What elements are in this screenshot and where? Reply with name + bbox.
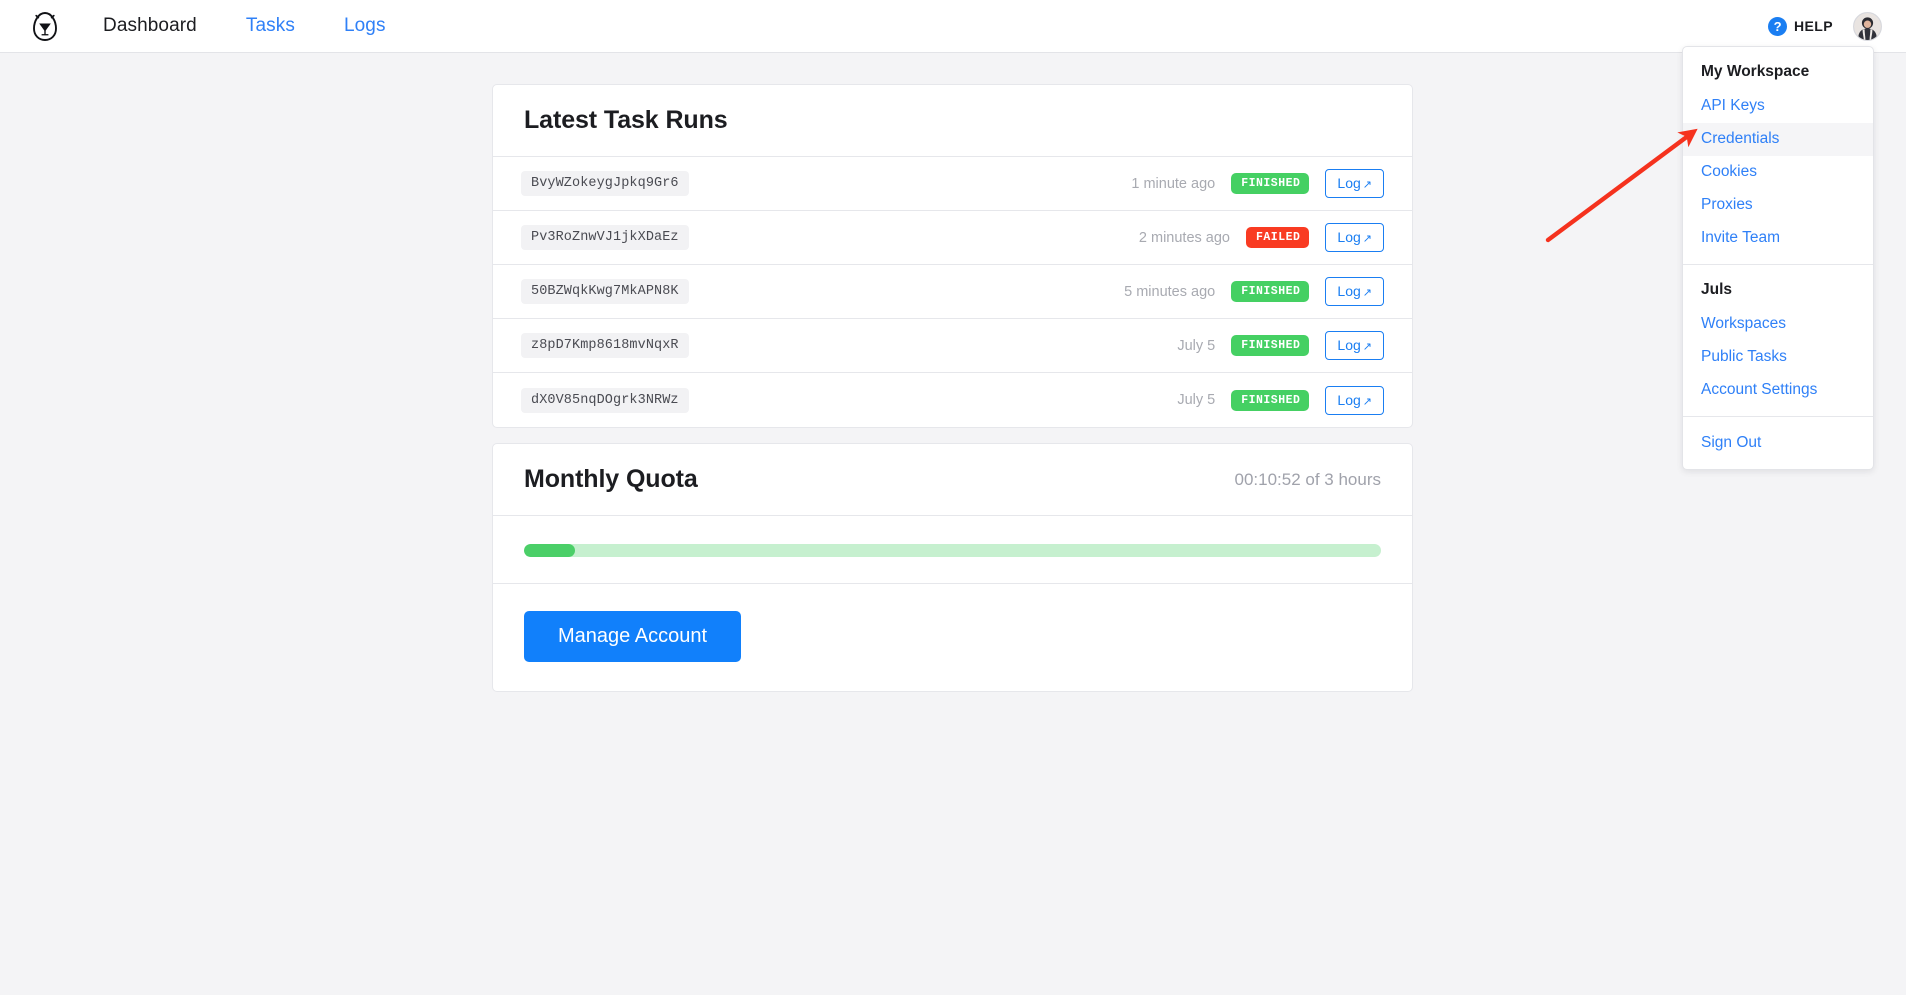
dropdown-section-my-workspace: My Workspace API Keys Credentials Cookie… (1683, 57, 1873, 264)
main-nav: Dashboard Tasks Logs (103, 15, 386, 37)
log-button[interactable]: Log↗ (1325, 277, 1384, 306)
quota-progress-fill (524, 544, 575, 557)
row-meta: 5 minutes ago FINISHED Log↗ (1124, 277, 1384, 306)
help-button[interactable]: ? HELP (1768, 17, 1833, 36)
row-meta: July 5 FINISHED Log↗ (1177, 331, 1384, 360)
header-actions: ? HELP (1768, 12, 1882, 41)
external-link-arrow-icon: ↗ (1363, 287, 1372, 299)
table-row[interactable]: Pv3RoZnwVJ1jkXDaEz 2 minutes ago FAILED … (493, 211, 1412, 265)
menu-item-sign-out[interactable]: Sign Out (1683, 427, 1873, 460)
task-run-id: BvyWZokeygJpkq9Gr6 (521, 171, 689, 196)
log-button[interactable]: Log↗ (1325, 386, 1384, 415)
task-run-time: 5 minutes ago (1124, 284, 1215, 300)
log-button-label: Log (1337, 392, 1360, 408)
quota-usage-text: 00:10:52 of 3 hours (1234, 470, 1381, 490)
menu-item-account-settings[interactable]: Account Settings (1683, 374, 1873, 407)
avatar[interactable] (1853, 12, 1882, 41)
external-link-arrow-icon: ↗ (1363, 396, 1372, 408)
nav-link-logs[interactable]: Logs (344, 15, 386, 37)
monthly-quota-card: Monthly Quota 00:10:52 of 3 hours Manage… (492, 443, 1413, 692)
table-row[interactable]: BvyWZokeygJpkq9Gr6 1 minute ago FINISHED… (493, 157, 1412, 211)
page-title: Latest Task Runs (524, 106, 728, 135)
table-row[interactable]: dX0V85nqDOgrk3NRWz July 5 FINISHED Log↗ (493, 373, 1412, 427)
top-navigation-bar: Dashboard Tasks Logs ? HELP (0, 0, 1906, 53)
task-run-time: 1 minute ago (1131, 176, 1215, 192)
dropdown-section-signout: Sign Out (1683, 416, 1873, 469)
external-link-arrow-icon: ↗ (1363, 179, 1372, 191)
dropdown-heading: Juls (1683, 275, 1873, 308)
dropdown-heading: My Workspace (1683, 57, 1873, 90)
log-button[interactable]: Log↗ (1325, 223, 1384, 252)
row-meta: July 5 FINISHED Log↗ (1177, 386, 1384, 415)
quota-progress-bar (524, 544, 1381, 557)
account-dropdown-menu: My Workspace API Keys Credentials Cookie… (1682, 46, 1874, 470)
task-run-time: 2 minutes ago (1139, 230, 1230, 246)
log-button-label: Log (1337, 337, 1360, 353)
log-button[interactable]: Log↗ (1325, 169, 1384, 198)
page-content: Latest Task Runs BvyWZokeygJpkq9Gr6 1 mi… (0, 53, 1906, 995)
monthly-quota-header: Monthly Quota 00:10:52 of 3 hours (493, 444, 1412, 516)
menu-item-credentials[interactable]: Credentials (1683, 123, 1873, 156)
nav-link-dashboard[interactable]: Dashboard (103, 15, 197, 37)
menu-item-cookies[interactable]: Cookies (1683, 156, 1873, 189)
log-button-label: Log (1337, 283, 1360, 299)
menu-item-api-keys[interactable]: API Keys (1683, 90, 1873, 123)
task-run-id: dX0V85nqDOgrk3NRWz (521, 388, 689, 413)
external-link-arrow-icon: ↗ (1363, 233, 1372, 245)
help-label: HELP (1794, 18, 1833, 34)
question-mark-circle-icon: ? (1768, 17, 1787, 36)
menu-item-proxies[interactable]: Proxies (1683, 189, 1873, 222)
external-link-arrow-icon: ↗ (1363, 341, 1372, 353)
menu-item-workspaces[interactable]: Workspaces (1683, 308, 1873, 341)
status-badge: FINISHED (1231, 390, 1309, 411)
nav-link-tasks[interactable]: Tasks (246, 15, 295, 37)
task-run-id: Pv3RoZnwVJ1jkXDaEz (521, 225, 689, 250)
log-button-label: Log (1337, 229, 1360, 245)
log-button-label: Log (1337, 175, 1360, 191)
dropdown-section-account: Juls Workspaces Public Tasks Account Set… (1683, 264, 1873, 416)
task-run-time: July 5 (1177, 338, 1215, 354)
owl-egg-logo-icon (30, 10, 60, 42)
status-badge: FINISHED (1231, 335, 1309, 356)
avatar-image (1854, 13, 1881, 40)
quota-progress-area (493, 516, 1412, 583)
table-row[interactable]: 50BZWqkKwg7MkAPN8K 5 minutes ago FINISHE… (493, 265, 1412, 319)
status-badge: FINISHED (1231, 173, 1309, 194)
log-button[interactable]: Log↗ (1325, 331, 1384, 360)
app-logo[interactable] (28, 9, 62, 43)
status-badge: FINISHED (1231, 281, 1309, 302)
manage-account-button[interactable]: Manage Account (524, 611, 741, 662)
quota-footer: Manage Account (493, 583, 1412, 691)
monthly-quota-title: Monthly Quota (524, 465, 698, 494)
latest-task-runs-header: Latest Task Runs (493, 85, 1412, 157)
row-meta: 1 minute ago FINISHED Log↗ (1131, 169, 1384, 198)
menu-item-public-tasks[interactable]: Public Tasks (1683, 341, 1873, 374)
latest-task-runs-card: Latest Task Runs BvyWZokeygJpkq9Gr6 1 mi… (492, 84, 1413, 428)
task-run-id: 50BZWqkKwg7MkAPN8K (521, 279, 689, 304)
task-run-time: July 5 (1177, 392, 1215, 408)
menu-item-invite-team[interactable]: Invite Team (1683, 222, 1873, 255)
table-row[interactable]: z8pD7Kmp8618mvNqxR July 5 FINISHED Log↗ (493, 319, 1412, 373)
status-badge: FAILED (1246, 227, 1309, 248)
task-run-id: z8pD7Kmp8618mvNqxR (521, 333, 689, 358)
row-meta: 2 minutes ago FAILED Log↗ (1139, 223, 1384, 252)
